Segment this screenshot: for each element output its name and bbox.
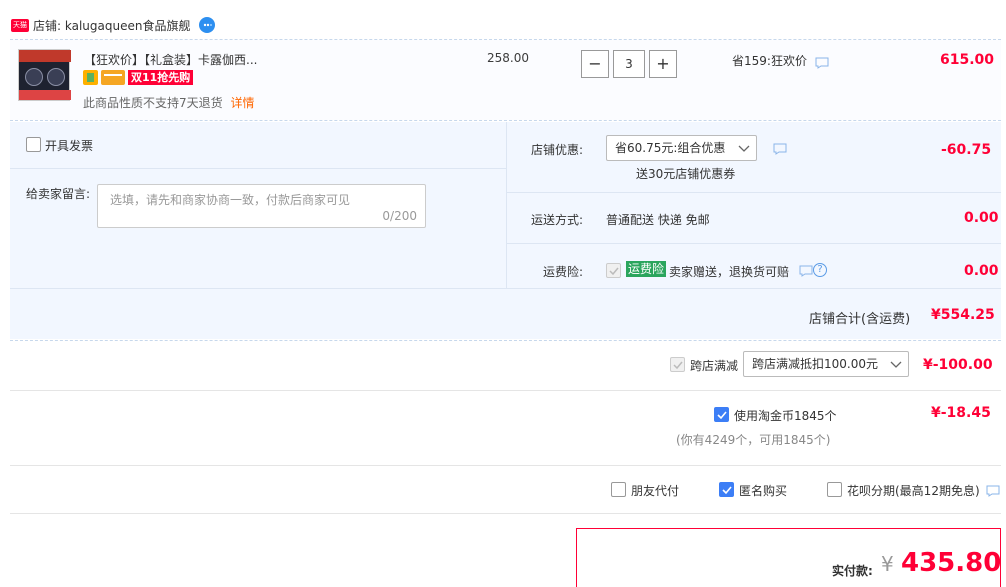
taojinbi-checkbox[interactable] xyxy=(714,407,729,422)
shipping-label: 运送方式: xyxy=(531,213,584,227)
pay-amount: 435.80 xyxy=(901,548,1002,578)
cross-store-select-value: 跨店满减抵扣100.00元 xyxy=(752,357,878,371)
card-icon xyxy=(101,70,125,85)
panel-row-divider xyxy=(507,192,1001,193)
divider xyxy=(10,390,1001,391)
shop-total-label: 店铺合计(含运费) xyxy=(809,312,911,327)
shop-total-amount: ¥554.25 xyxy=(931,307,995,323)
message-label: 给卖家留言: xyxy=(26,187,91,201)
cross-store-amount: ¥-100.00 xyxy=(923,357,993,373)
panel-vertical-divider xyxy=(506,122,507,288)
quantity-stepper: − 3 + xyxy=(581,50,677,78)
pay-box: 实付款: ¥ 435.80 xyxy=(576,528,1001,587)
tmall-badge: 天猫 xyxy=(11,19,29,32)
message-counter: 0/200 xyxy=(382,209,417,223)
service-icon xyxy=(83,70,98,85)
decrease-button[interactable]: − xyxy=(581,50,609,78)
pay-label: 实付款: xyxy=(832,564,873,578)
insurance-text: 卖家赠送，退换货可赔 xyxy=(669,265,790,279)
invoice-label: 开具发票 xyxy=(45,139,94,153)
friend-pay-checkbox[interactable] xyxy=(611,482,626,497)
message-icon[interactable] xyxy=(986,485,1000,497)
discount-note: 省159:狂欢价 xyxy=(732,54,807,68)
return-note: 此商品性质不支持7天退货 详情 xyxy=(83,94,254,111)
message-icon[interactable] xyxy=(815,57,829,69)
panel-row-divider xyxy=(507,243,1001,244)
message-icon[interactable] xyxy=(773,143,787,155)
huabei-label: 花呗分期(最高12期免息) xyxy=(847,484,980,498)
increase-button[interactable]: + xyxy=(649,50,677,78)
message-textarea[interactable]: 选填，请先和商家协商一致，付款后商家可见 0/200 xyxy=(97,184,426,228)
cross-store-select[interactable]: 跨店满减抵扣100.00元 xyxy=(743,351,909,377)
chevron-down-icon xyxy=(738,145,750,152)
cross-store-checkbox xyxy=(670,357,685,372)
shop-discount-sub: 送30元店铺优惠券 xyxy=(636,167,736,181)
invoice-checkbox[interactable] xyxy=(26,137,41,152)
tmall-badge-text: 天猫 xyxy=(13,21,27,29)
taojinbi-amount: ¥-18.45 xyxy=(931,405,991,421)
message-icon[interactable] xyxy=(799,265,813,277)
check-icon xyxy=(609,267,619,276)
shop-discount-label: 店铺优惠: xyxy=(531,143,584,157)
check-icon xyxy=(673,361,683,370)
taojinbi-sub: (你有4249个，可用1845个) xyxy=(676,433,831,447)
pay-currency: ¥ xyxy=(881,552,894,576)
item-title[interactable]: 【狂欢价】【礼盒装】卡露伽西... xyxy=(84,51,257,68)
insurance-label: 运费险: xyxy=(543,265,584,279)
product-thumbnail[interactable] xyxy=(18,49,71,101)
shop-discount-select[interactable]: 省60.75元:组合优惠 xyxy=(606,135,757,161)
help-icon[interactable]: ? xyxy=(813,263,827,277)
divider xyxy=(10,513,1001,514)
divider xyxy=(10,465,1001,466)
chevron-down-icon xyxy=(890,361,902,368)
huabei-checkbox[interactable] xyxy=(827,482,842,497)
item-total: 615.00 xyxy=(940,52,995,68)
check-icon xyxy=(717,411,727,420)
panel-row-divider xyxy=(10,168,507,169)
insurance-tag: 运费险 xyxy=(626,261,667,277)
taojinbi-label: 使用淘金币1845个 xyxy=(734,409,837,423)
shop-discount-amount: -60.75 xyxy=(941,142,992,158)
unit-price: 258.00 xyxy=(487,51,529,65)
cross-store-label: 跨店满减 xyxy=(690,359,739,373)
detail-link[interactable]: 详情 xyxy=(230,96,254,110)
return-note-text: 此商品性质不支持7天退货 xyxy=(83,96,223,110)
shipping-amount: 0.00 xyxy=(964,210,999,226)
promo-tag: 双11抢先购 xyxy=(128,70,194,85)
chat-bubble-icon[interactable] xyxy=(199,17,215,33)
insurance-amount: 0.00 xyxy=(964,263,999,279)
quantity-input[interactable]: 3 xyxy=(613,50,645,78)
divider xyxy=(10,340,1001,341)
anonymous-checkbox[interactable] xyxy=(719,482,734,497)
divider xyxy=(10,120,1001,121)
message-placeholder: 选填，请先和商家协商一致，付款后商家可见 xyxy=(110,193,351,207)
shipping-value: 普通配送 快递 免邮 xyxy=(606,213,710,227)
shop-discount-select-value: 省60.75元:组合优惠 xyxy=(615,141,726,155)
shop-name[interactable]: 店铺: kalugaqueen食品旗舰 xyxy=(33,17,190,34)
anonymous-label: 匿名购买 xyxy=(739,484,788,498)
panel-row-divider xyxy=(10,288,1001,289)
friend-pay-label: 朋友代付 xyxy=(631,484,680,498)
insurance-checkbox xyxy=(606,263,621,278)
check-icon xyxy=(722,486,732,495)
